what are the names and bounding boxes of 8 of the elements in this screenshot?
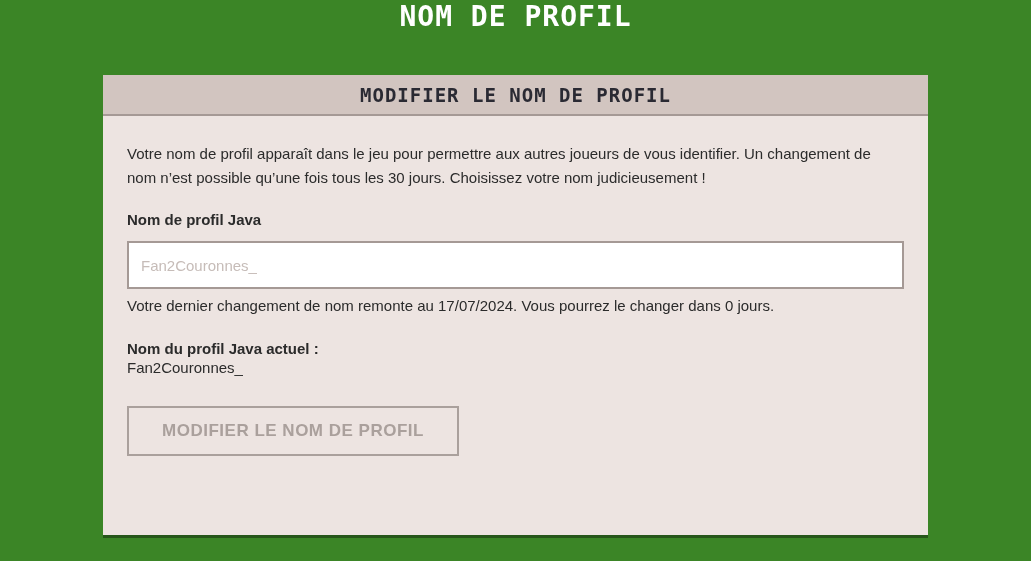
- card-title: MODIFIER LE NOM DE PROFIL: [360, 83, 671, 106]
- page-title: NOM DE PROFIL: [399, 2, 632, 33]
- current-value: Fan2Couronnes_: [127, 359, 244, 376]
- note-text: Votre dernier changement de nom remonte au 17/07/2024. Vous pourrez le changer dans 0 jours.: [127, 297, 776, 314]
- input-field[interactable]: Fan2Couronnes_: [127, 241, 904, 289]
- description-text: Votre nom de profil apparaît dans le jeu pour permettre aux autres joueurs de vous identifier. Un changement de nom n’est possible qu’une fois tous les 30 jours. Choisissez votre nom judicieusement !: [127, 144, 872, 188]
- current-label: Nom du profil Java actuel :: [127, 340, 320, 357]
- field-label: Nom de profil Java: [127, 211, 263, 228]
